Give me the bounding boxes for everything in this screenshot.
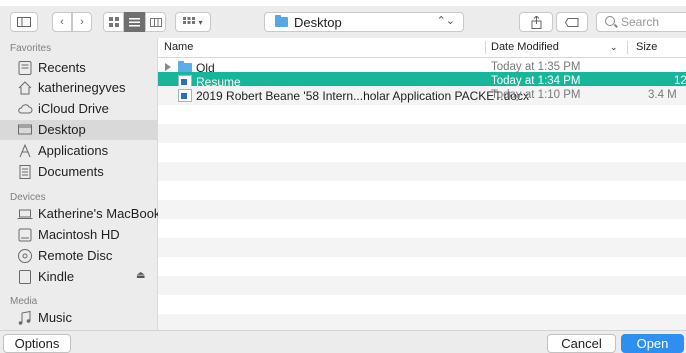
- file-name: 2019 Robert Beane '58 Intern...holar App…: [196, 89, 529, 103]
- empty-row: [158, 257, 686, 276]
- list-view-button[interactable]: [124, 12, 145, 32]
- options-button[interactable]: Options: [3, 334, 71, 353]
- word-document-icon: [178, 89, 192, 102]
- grid-icon: [108, 17, 119, 27]
- empty-row: [158, 238, 686, 257]
- chevron-right-icon: ›: [80, 16, 84, 28]
- sidebar-item-icloud-drive[interactable]: iCloud Drive: [0, 99, 157, 119]
- list-icon: [129, 17, 140, 26]
- sidebar-item-label: Katherine's MacBook...: [38, 206, 172, 221]
- empty-row: [158, 124, 686, 143]
- icon-view-button[interactable]: [103, 12, 124, 32]
- eject-icon[interactable]: ⏏: [136, 270, 145, 281]
- open-button[interactable]: Open: [621, 334, 684, 353]
- chevron-down-icon: ▾: [198, 17, 203, 27]
- laptop-icon: [17, 209, 33, 219]
- devices-heading: Devices: [10, 192, 46, 203]
- sidebar-item-macbook[interactable]: Katherine's MacBook...: [0, 204, 171, 224]
- sidebar-item-label: Kindle: [38, 269, 75, 284]
- empty-row: [158, 295, 686, 314]
- empty-row: [158, 143, 686, 162]
- search-input[interactable]: Search: [596, 12, 686, 32]
- gallery-grid-icon: [183, 17, 196, 24]
- sort-chevron-icon: ⌄: [610, 42, 618, 52]
- column-name[interactable]: Name: [164, 41, 193, 53]
- search-placeholder: Search: [621, 15, 660, 29]
- empty-row: [158, 200, 686, 219]
- music-icon: [18, 310, 31, 325]
- sidebar: Favorites Recents katherinegyves iCloud …: [0, 38, 171, 330]
- cloud-icon: [18, 104, 33, 114]
- documents-icon: [19, 165, 31, 179]
- sidebar-item-recents[interactable]: Recents: [0, 58, 157, 78]
- empty-row: [158, 276, 686, 295]
- drive-icon: [19, 270, 31, 284]
- sidebar-item-music[interactable]: Music: [0, 308, 157, 328]
- search-icon: [605, 16, 615, 26]
- sidebar-item-label: katherinegyves: [38, 80, 126, 95]
- sidebar-item-kindle[interactable]: Kindle ⏏: [0, 267, 157, 287]
- sidebar-item-label: Macintosh HD: [38, 227, 120, 242]
- column-header: Name Date Modified ⌄ Size: [158, 38, 686, 58]
- group-view-button[interactable]: ▾: [175, 12, 211, 32]
- empty-row: [158, 105, 686, 124]
- forward-button[interactable]: ›: [72, 12, 92, 32]
- location-label: Desktop: [294, 15, 342, 30]
- toolbar: ‹ › ▾ Desktop ⌃⌄ Search: [0, 6, 686, 39]
- column-divider[interactable]: [627, 41, 628, 54]
- tag-icon: [565, 17, 579, 27]
- cancel-button[interactable]: Cancel: [547, 334, 616, 353]
- desktop-icon: [18, 124, 32, 135]
- disc-icon: [18, 249, 32, 263]
- location-selector[interactable]: Desktop ⌃⌄: [264, 12, 464, 32]
- sidebar-item-label: Music: [38, 310, 72, 325]
- sidebar-item-home[interactable]: katherinegyves: [0, 78, 157, 98]
- sidebar-item-label: Recents: [38, 60, 86, 75]
- disclosure-triangle-icon[interactable]: [165, 63, 171, 71]
- sidebar-item-label: Remote Disc: [38, 248, 113, 263]
- sidebar-item-remote-disc[interactable]: Remote Disc: [0, 246, 157, 266]
- chevron-left-icon: ‹: [60, 16, 64, 28]
- back-button[interactable]: ‹: [52, 12, 72, 32]
- sidebar-item-applications[interactable]: Applications: [0, 141, 157, 161]
- columns-icon: [149, 17, 162, 27]
- column-divider[interactable]: [485, 41, 486, 54]
- harddisk-icon: [18, 228, 32, 242]
- sidebar-item-label: Desktop: [38, 122, 86, 137]
- sidebar-item-label: Documents: [38, 164, 104, 179]
- applications-icon: [19, 143, 31, 158]
- favorites-heading: Favorites: [10, 43, 52, 54]
- sidebar-item-desktop[interactable]: Desktop: [0, 120, 157, 140]
- column-date-modified[interactable]: Date Modified: [491, 41, 559, 53]
- empty-row: [158, 162, 686, 181]
- table-row[interactable]: 2019 Robert Beane '58 Intern...holar App…: [158, 86, 686, 105]
- empty-row: [158, 314, 686, 330]
- file-list: Name Date Modified ⌄ Size Old Today at 1…: [158, 38, 686, 330]
- updown-chevron-icon: ⌃⌄: [436, 15, 455, 27]
- empty-row: [158, 181, 686, 200]
- sidebar-item-documents[interactable]: Documents: [0, 162, 157, 182]
- file-date: Today at 1:10 PM: [491, 89, 581, 101]
- home-icon: [18, 81, 32, 95]
- recents-icon: [18, 61, 32, 75]
- media-heading: Media: [10, 296, 38, 307]
- share-icon: [531, 15, 541, 29]
- bottom-bar: Options Cancel Open: [0, 330, 686, 353]
- empty-row: [158, 219, 686, 238]
- sidebar-item-macintosh-hd[interactable]: Macintosh HD: [0, 225, 157, 245]
- sidebar-item-label: iCloud Drive: [38, 101, 109, 116]
- share-button[interactable]: [519, 12, 553, 32]
- file-size: 3.4 M: [648, 89, 677, 101]
- tags-button[interactable]: [556, 12, 588, 32]
- column-view-button[interactable]: [145, 12, 166, 32]
- sidebar-item-label: Applications: [38, 143, 109, 158]
- column-size[interactable]: Size: [636, 41, 657, 53]
- sidebar-icon: [17, 17, 31, 27]
- folder-icon: [275, 15, 288, 27]
- sidebar-toggle-button[interactable]: [10, 12, 38, 32]
